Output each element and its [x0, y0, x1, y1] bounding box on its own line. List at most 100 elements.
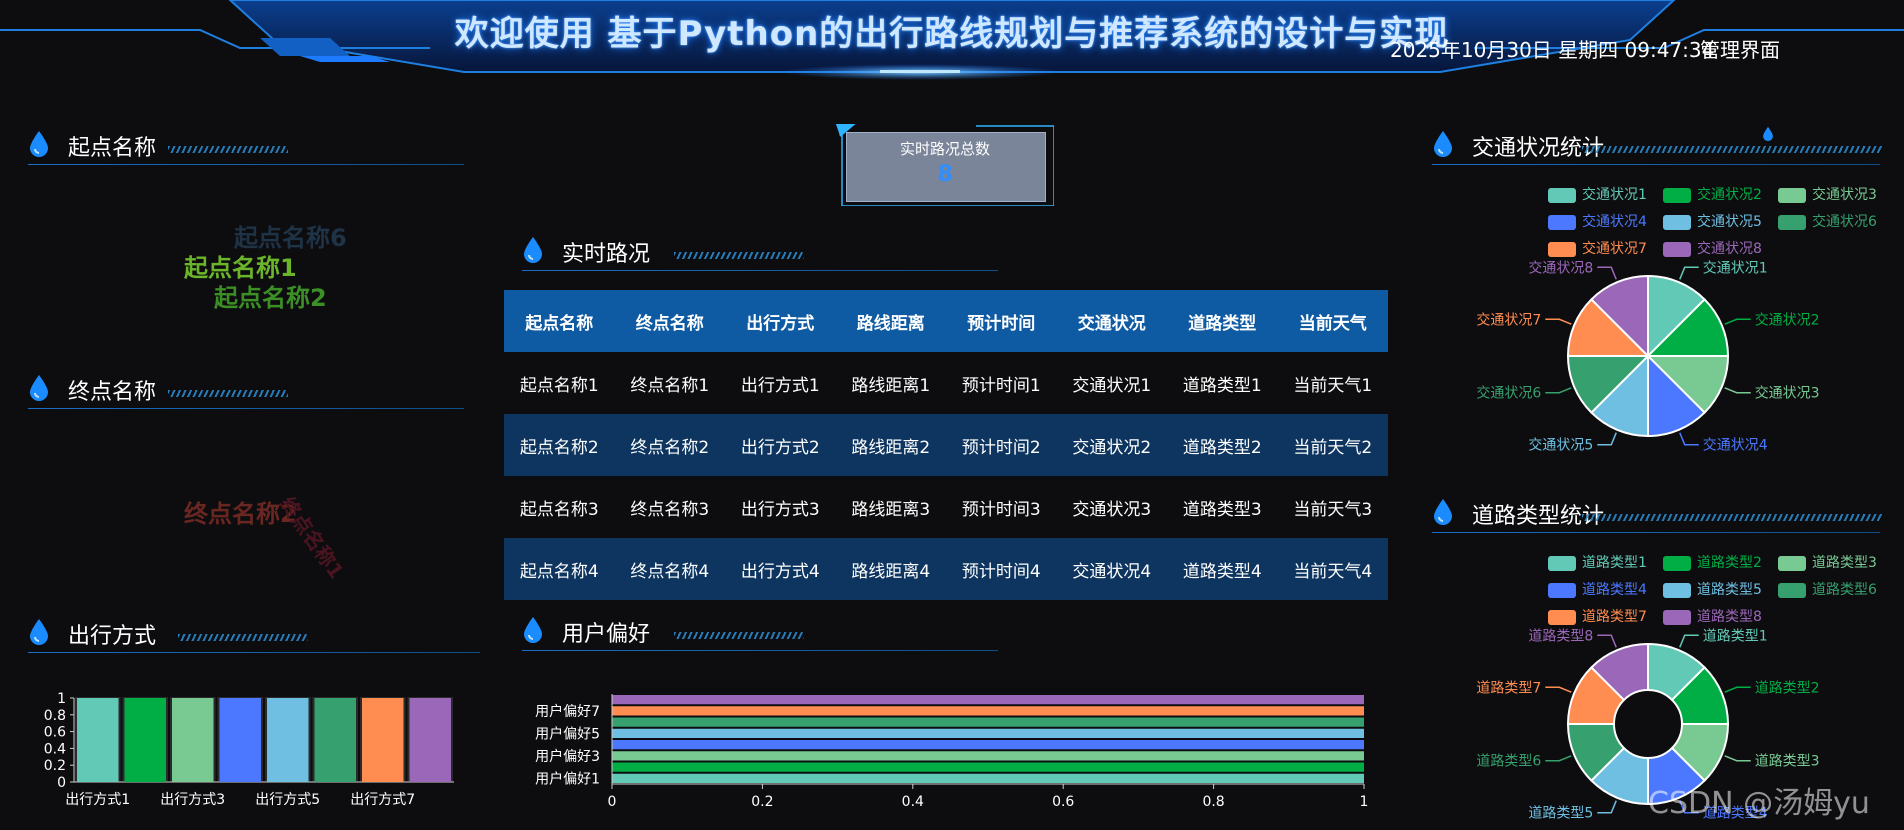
- column-header: 当前天气: [1277, 290, 1388, 352]
- legend-swatch: [1778, 214, 1806, 230]
- section-origin-heading: 起点名称: [28, 126, 464, 166]
- table-cell: 路线距离4: [835, 538, 946, 600]
- realtime-road-table: 起点名称 终点名称 出行方式 路线距离 预计时间 交通状况 道路类型 当前天气 …: [504, 290, 1388, 600]
- table-cell: 出行方式2: [725, 414, 836, 476]
- legend-item[interactable]: 道路类型8: [1663, 606, 1762, 625]
- road-type-chart-legend: 道路类型1 道路类型2 道路类型3 道路类型4 道路类型5 道路类型6 道路类型7 道路类型8: [1548, 552, 1888, 632]
- section-road-type-heading: 道路类型统计: [1432, 494, 1882, 534]
- legend-swatch: [1663, 582, 1691, 598]
- legend-item[interactable]: 交通状况3: [1778, 184, 1877, 203]
- kpi-label: 实时路况总数: [899, 140, 990, 158]
- section-destination-heading: 终点名称: [28, 370, 464, 410]
- heading-underline: [522, 650, 998, 651]
- heading-underline: [28, 408, 464, 409]
- legend-item[interactable]: 道路类型3: [1778, 552, 1877, 571]
- legend-label: 道路类型4: [1582, 582, 1647, 598]
- legend-item[interactable]: 交通状况6: [1778, 211, 1877, 230]
- legend-item[interactable]: 道路类型6: [1778, 579, 1877, 598]
- slice-label: 交通状况4: [1703, 437, 1768, 454]
- table-cell: 路线距离2: [835, 414, 946, 476]
- table-cell: 道路类型4: [1167, 538, 1278, 600]
- slice-label: 道路类型3: [1755, 754, 1820, 770]
- x-tick-label: 0.8: [1202, 794, 1224, 810]
- x-tick-label: 0.4: [902, 794, 924, 810]
- heading-hatch: [168, 146, 288, 153]
- legend-item[interactable]: 交通状况1: [1548, 184, 1647, 203]
- table-cell: 起点名称3: [504, 476, 615, 538]
- bar-用户偏好4: [612, 740, 1364, 750]
- x-tick-label: 出行方式1: [65, 792, 130, 808]
- legend-label: 交通状况4: [1582, 214, 1647, 230]
- legend-item[interactable]: 交通状况5: [1663, 211, 1762, 230]
- section-travel-mode-heading: 出行方式: [28, 614, 480, 654]
- leader-line: [1545, 755, 1572, 762]
- water-drop-icon: [1434, 499, 1452, 525]
- table-header-row: 起点名称 终点名称 出行方式 路线距离 预计时间 交通状况 道路类型 当前天气: [504, 290, 1388, 352]
- section-realtime-title: 实时路况: [562, 242, 651, 267]
- legend-item[interactable]: 道路类型5: [1663, 579, 1762, 598]
- water-drop-icon: [524, 237, 542, 263]
- x-tick-label: 出行方式5: [255, 792, 320, 808]
- legend-item[interactable]: 道路类型2: [1663, 552, 1762, 571]
- table-row: 起点名称4 终点名称4 出行方式4 路线距离4 预计时间4 交通状况4 道路类型4 当前天气4: [504, 538, 1388, 600]
- legend-swatch: [1778, 555, 1806, 571]
- table-cell: 出行方式4: [725, 538, 836, 600]
- slice-label: 交通状况2: [1755, 311, 1820, 328]
- legend-swatch: [1548, 555, 1576, 571]
- section-user-pref-heading: 用户偏好: [522, 612, 998, 652]
- legend-item[interactable]: 道路类型7: [1548, 606, 1647, 625]
- table-cell: 交通状况3: [1056, 476, 1167, 538]
- legend-item[interactable]: 道路类型1: [1548, 552, 1647, 571]
- legend-label: 道路类型2: [1697, 555, 1762, 571]
- slice-label: 交通状况6: [1476, 385, 1541, 402]
- bar-出行方式4: [219, 698, 261, 782]
- column-header: 终点名称: [614, 290, 725, 352]
- bar-出行方式8: [409, 698, 451, 782]
- traffic-status-pie-chart: 交通状况1 交通状况2 交通状况3 交通状况4 交通状况5 交通状况6 交通状况7 交通状况8: [1476, 259, 1820, 454]
- table-cell: 交通状况1: [1056, 352, 1167, 414]
- legend-item[interactable]: 交通状况4: [1548, 211, 1647, 230]
- heading-underline: [28, 652, 480, 653]
- legend-label: 交通状况7: [1582, 241, 1647, 257]
- legend-label: 交通状况8: [1697, 241, 1762, 257]
- water-drop-icon: [30, 375, 48, 401]
- y-tick-label: 用户偏好1: [535, 770, 600, 787]
- table-cell: 当前天气2: [1277, 414, 1388, 476]
- section-destination-title: 终点名称: [68, 380, 157, 405]
- slice-label: 道路类型1: [1703, 628, 1768, 644]
- section-travel-mode-title: 出行方式: [68, 624, 157, 649]
- leader-line: [1597, 266, 1617, 280]
- column-header: 交通状况: [1056, 290, 1167, 352]
- leader-line: [1724, 755, 1751, 762]
- heading-underline: [1432, 532, 1880, 533]
- x-tick-label: 0.2: [751, 794, 773, 810]
- word-cloud-item: 起点名称2: [214, 284, 327, 312]
- legend-swatch: [1663, 555, 1691, 571]
- kpi-value: 8: [937, 162, 953, 187]
- bar-用户偏好3: [612, 751, 1364, 761]
- admin-link[interactable]: 管理界面: [1700, 34, 1780, 63]
- legend-swatch: [1663, 187, 1691, 203]
- water-drop-icon: [1434, 131, 1452, 157]
- legend-item[interactable]: 交通状况8: [1663, 238, 1762, 257]
- table-cell: 当前天气4: [1277, 538, 1388, 600]
- x-tick-label: 0.6: [1052, 794, 1074, 810]
- legend-item[interactable]: 道路类型4: [1548, 579, 1647, 598]
- x-tick-label: 0: [608, 794, 617, 810]
- traffic-chart-legend: 交通状况1 交通状况2 交通状况3 交通状况4 交通状况5 交通状况6 交通状况7 交通状况8: [1548, 184, 1888, 264]
- table-cell: 路线距离1: [835, 352, 946, 414]
- legend-swatch: [1548, 187, 1576, 203]
- heading-hatch: [178, 634, 308, 641]
- leader-line: [1597, 800, 1617, 814]
- y-tick-label: 0.4: [44, 741, 66, 757]
- y-tick-label: 用户偏好3: [535, 748, 600, 765]
- column-header: 路线距离: [835, 290, 946, 352]
- legend-item[interactable]: 交通状况7: [1548, 238, 1647, 257]
- water-drop-icon: [524, 617, 542, 643]
- table-cell: 道路类型3: [1167, 476, 1278, 538]
- travel-mode-bar-chart: 00.20.40.60.81 出行方式1 出行方式3 出行方式5 出行方式7: [44, 691, 454, 808]
- heading-hatch: [1582, 514, 1882, 521]
- heading-hatch: [168, 390, 288, 397]
- slice-label: 交通状况3: [1755, 385, 1820, 402]
- legend-item[interactable]: 交通状况2: [1663, 184, 1762, 203]
